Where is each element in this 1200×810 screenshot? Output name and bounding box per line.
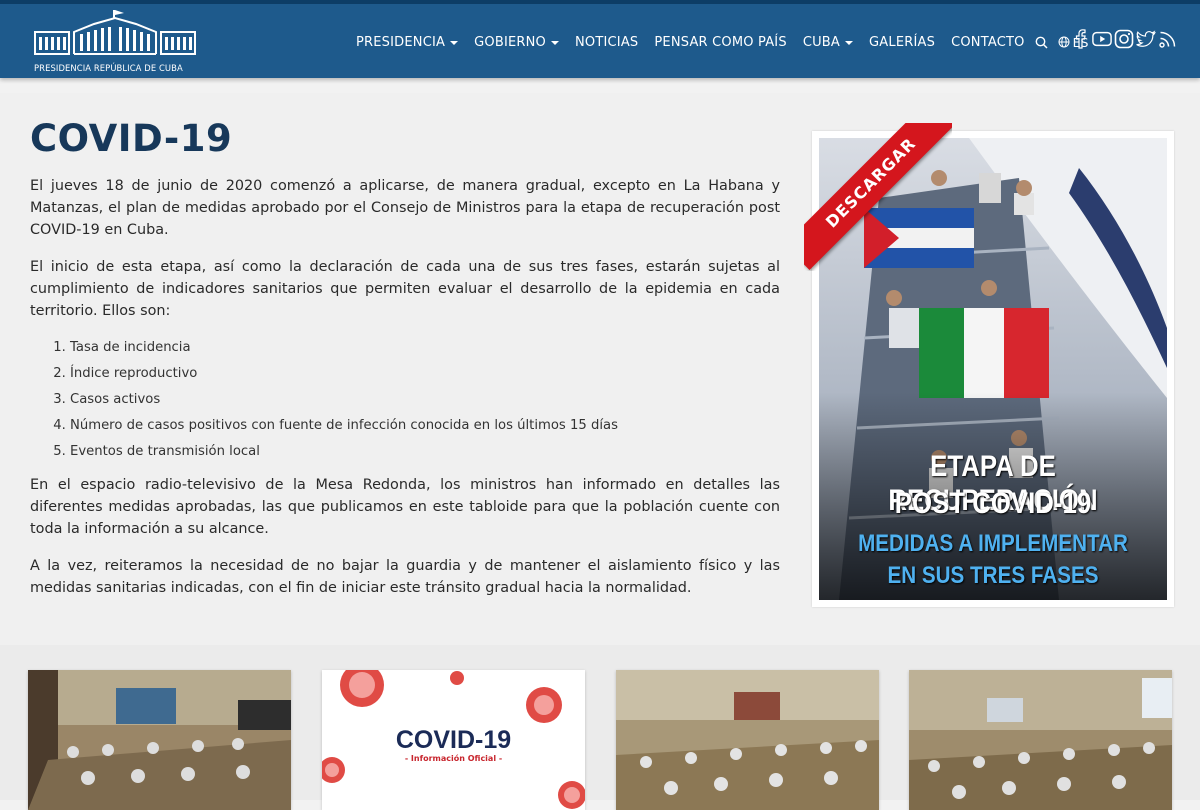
palace-logo-icon xyxy=(34,10,196,55)
card-title: COVID-19 xyxy=(395,726,512,754)
card-meeting-photo[interactable] xyxy=(28,670,291,810)
article-body: El jueves 18 de junio de 2020 comenzó a … xyxy=(30,175,780,614)
nav-label: NOTICIAS xyxy=(575,34,639,50)
download-ribbon[interactable]: DESCARGAR xyxy=(804,123,952,271)
list-item: Tasa de incidencia xyxy=(70,335,780,361)
nav-label: CUBA xyxy=(802,34,841,50)
search-icon[interactable] xyxy=(1033,33,1051,51)
meeting-photo xyxy=(28,670,291,810)
paragraph: A la vez, reiteramos la necesidad de no … xyxy=(30,558,780,596)
top-navigation-bar: PRESIDENCIA REPÚBLICA DE CUBA PRESIDENCI… xyxy=(0,0,1200,78)
youtube-icon[interactable] xyxy=(1092,28,1112,50)
nav-item-galerias[interactable]: GALERÍAS xyxy=(861,35,943,50)
globe-icon xyxy=(1057,35,1071,49)
twitter-icon[interactable] xyxy=(1136,28,1156,50)
meeting-photo xyxy=(616,670,879,810)
social-links xyxy=(1070,28,1180,50)
list-item: Índice reproductivo xyxy=(70,361,780,387)
instagram-icon[interactable] xyxy=(1114,28,1134,50)
caret-down-icon xyxy=(551,40,559,45)
nav-label: GALERÍAS xyxy=(869,34,936,50)
list-item: Casos activos xyxy=(70,387,780,413)
nav-item-gobierno[interactable]: GOBIERNO xyxy=(466,35,567,50)
main-navigation: PRESIDENCIA GOBIERNO NOTICIAS PENSAR COM… xyxy=(348,30,1088,54)
nav-label: CONTACTO xyxy=(951,34,1025,50)
nav-item-presidencia[interactable]: PRESIDENCIA xyxy=(348,35,466,50)
logo-text: PRESIDENCIA REPÚBLICA DE CUBA xyxy=(34,63,183,73)
main-content: COVID-19 El jueves 18 de junio de 2020 c… xyxy=(0,93,1200,645)
paragraph: El inicio de esta etapa, así como la dec… xyxy=(30,259,780,319)
indicators-list: Tasa de incidencia Índice reproductivo C… xyxy=(70,335,780,465)
card-subtitle: - Información Oficial - xyxy=(404,754,503,763)
rss-icon[interactable] xyxy=(1158,28,1178,50)
nav-item-noticias[interactable]: NOTICIAS xyxy=(567,35,646,50)
download-label: DESCARGAR xyxy=(804,123,952,270)
card-meeting-photo[interactable] xyxy=(616,670,879,810)
facebook-icon[interactable] xyxy=(1070,28,1090,50)
banner-line: POST COVID-19 xyxy=(894,487,1092,520)
nav-label: PENSAR COMO PAÍS xyxy=(654,34,787,50)
download-banner[interactable]: ETAPA DE RECUPERACIÓN POST COVID-19 MEDI… xyxy=(804,123,1174,607)
caret-down-icon xyxy=(450,40,459,45)
list-item: Número de casos positivos con fuente de … xyxy=(70,413,780,439)
nav-item-cuba[interactable]: CUBA xyxy=(795,35,861,50)
presidency-logo[interactable]: PRESIDENCIA REPÚBLICA DE CUBA xyxy=(34,10,196,76)
page-title: COVID-19 xyxy=(30,117,233,160)
banner-line: MEDIDAS A IMPLEMENTAR xyxy=(858,530,1128,557)
nav-item-pensar-como-pais[interactable]: PENSAR COMO PAÍS xyxy=(646,35,794,50)
list-item: Eventos de transmisión local xyxy=(70,439,780,465)
nav-item-contacto[interactable]: CONTACTO xyxy=(943,35,1032,50)
card-meeting-photo[interactable] xyxy=(909,670,1172,810)
related-cards: COVID-19 - Información Oficial - xyxy=(0,645,1200,810)
paragraph: El jueves 18 de junio de 2020 comenzó a … xyxy=(30,178,780,238)
nav-label: GOBIERNO xyxy=(474,34,546,50)
caret-down-icon xyxy=(845,40,854,45)
nav-label: PRESIDENCIA xyxy=(356,34,446,50)
paragraph: En el espacio radio-televisivo de la Mes… xyxy=(30,477,780,537)
meeting-photo xyxy=(909,670,1172,810)
banner-line: EN SUS TRES FASES xyxy=(887,562,1099,589)
card-covid-info[interactable]: COVID-19 - Información Oficial - xyxy=(322,670,585,810)
